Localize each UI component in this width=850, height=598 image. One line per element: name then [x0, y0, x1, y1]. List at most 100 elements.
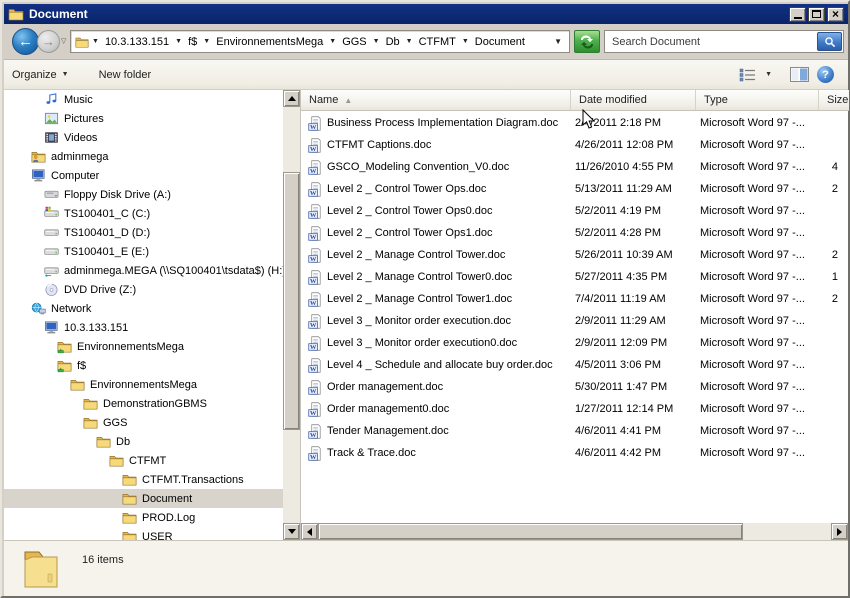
tree-scrollbar-thumb[interactable]	[283, 172, 300, 430]
maximize-button[interactable]	[808, 7, 825, 22]
breadcrumb-item-10-3-133-151[interactable]: 10.3.133.151	[102, 34, 172, 50]
tree-item-computer[interactable]: Computer	[4, 166, 283, 185]
svg-text:W: W	[310, 410, 317, 417]
column-header-date-modified[interactable]: Date modified	[571, 90, 696, 110]
column-header-size[interactable]: Size	[819, 90, 849, 110]
organize-button[interactable]: Organize ▼	[4, 64, 77, 86]
tree-item-adminmega[interactable]: adminmega	[4, 147, 283, 166]
breadcrumb-separator-icon[interactable]: ▼	[403, 38, 416, 45]
file-row-level-2-manage-control-tower0-doc[interactable]: WLevel 2 _ Manage Control Tower0.doc5/27…	[301, 267, 849, 289]
tree-item-floppy-disk-drive-a[interactable]: Floppy Disk Drive (A:)	[4, 185, 283, 204]
tree-item-dvd-drive-z[interactable]: DVD Drive (Z:)	[4, 280, 283, 299]
file-row-level-2-control-tower-ops0-doc[interactable]: WLevel 2 _ Control Tower Ops0.doc5/2/201…	[301, 201, 849, 223]
svg-text:W: W	[310, 344, 317, 351]
file-date-modified: 5/27/2011 4:35 PM	[575, 271, 697, 283]
tree-item-environnementsmega[interactable]: EnvironnementsMega	[4, 375, 283, 394]
folder-icon	[83, 396, 98, 411]
tree-item-db[interactable]: Db	[4, 432, 283, 451]
breadcrumb-item-environnementsmega[interactable]: EnvironnementsMega	[213, 34, 326, 50]
recent-pages-chevron-icon[interactable]: ▽	[61, 37, 66, 45]
file-row-level-2-control-tower-ops1-doc[interactable]: WLevel 2 _ Control Tower Ops1.doc5/2/201…	[301, 223, 849, 245]
tree-item-environnementsmega[interactable]: EnvironnementsMega	[4, 337, 283, 356]
new-folder-button[interactable]: New folder	[91, 64, 160, 86]
close-button[interactable]: ×	[827, 7, 844, 22]
svg-text:W: W	[310, 234, 317, 241]
tree-item-prod-log[interactable]: PROD.Log	[4, 508, 283, 527]
scroll-up-button[interactable]	[283, 90, 300, 107]
tree-item-ctfmt-transactions[interactable]: CTFMT.Transactions	[4, 470, 283, 489]
file-row-order-management0-doc[interactable]: WOrder management0.doc1/27/2011 12:14 PM…	[301, 399, 849, 421]
word-document-icon: W	[308, 424, 323, 439]
file-row-order-management-doc[interactable]: WOrder management.doc5/30/2011 1:47 PMMi…	[301, 377, 849, 399]
scroll-right-button[interactable]	[831, 523, 848, 540]
search-box[interactable]: Search Document	[604, 30, 844, 53]
tree-item-ts100401-e-e[interactable]: TS100401_E (E:)	[4, 242, 283, 261]
search-button[interactable]	[817, 32, 842, 51]
tree-item-ts100401-d-d[interactable]: TS100401_D (D:)	[4, 223, 283, 242]
file-row-ctfmt-captions-doc[interactable]: WCTFMT Captions.doc4/26/2011 12:08 PMMic…	[301, 135, 849, 157]
file-pane-horizontal-scrollbar[interactable]	[301, 523, 848, 540]
refresh-button[interactable]	[574, 30, 600, 53]
back-button[interactable]: ←	[12, 28, 39, 55]
file-row-level-3-monitor-order-execution-doc[interactable]: WLevel 3 _ Monitor order execution.doc2/…	[301, 311, 849, 333]
file-row-level-3-monitor-order-execution0-doc[interactable]: WLevel 3 _ Monitor order execution0.doc2…	[301, 333, 849, 355]
breadcrumb-separator-icon[interactable]: ▼	[459, 38, 472, 45]
tree-item-network[interactable]: Network	[4, 299, 283, 318]
picture-icon	[44, 111, 59, 126]
tree-item-pictures[interactable]: Pictures	[4, 109, 283, 128]
file-row-level-4-schedule-and-allocate-buy-order-doc[interactable]: WLevel 4 _ Schedule and allocate buy ord…	[301, 355, 849, 377]
tree-item-adminmega-mega-sq100401-tsdata-h[interactable]: adminmega.MEGA (\\SQ100401\tsdata$) (H:)	[4, 261, 283, 280]
views-button[interactable]	[739, 68, 757, 82]
command-toolbar: Organize ▼ New folder ▼ ?	[4, 60, 848, 90]
help-button[interactable]: ?	[817, 66, 834, 83]
tree-item-videos[interactable]: Videos	[4, 128, 283, 147]
tree-item-10-3-133-151[interactable]: 10.3.133.151	[4, 318, 283, 337]
tree-item-music[interactable]: Music	[4, 90, 283, 109]
breadcrumb-item-db[interactable]: Db	[383, 34, 403, 50]
tree-item-ts100401-c-c[interactable]: TS100401_C (C:)	[4, 204, 283, 223]
tree-item-ctfmt[interactable]: CTFMT	[4, 451, 283, 470]
hscrollbar-thumb[interactable]	[318, 523, 743, 540]
file-row-level-2-manage-control-tower-doc[interactable]: WLevel 2 _ Manage Control Tower.doc5/26/…	[301, 245, 849, 267]
address-dropdown-icon[interactable]: ▼	[547, 37, 569, 46]
breadcrumb-separator-icon[interactable]: ▼	[172, 38, 185, 45]
breadcrumb-item-document[interactable]: Document	[472, 34, 528, 50]
file-row-level-2-control-tower-ops-doc[interactable]: WLevel 2 _ Control Tower Ops.doc5/13/201…	[301, 179, 849, 201]
svg-text:W: W	[310, 454, 317, 461]
column-header-name[interactable]: Name▲	[301, 90, 571, 110]
breadcrumb-separator-icon[interactable]: ▼	[200, 38, 213, 45]
file-name: CTFMT Captions.doc	[327, 139, 573, 151]
address-bar[interactable]: ▼10.3.133.151▼f$▼EnvironnementsMega▼GGS▼…	[70, 30, 570, 53]
folder-tree: MusicPicturesVideosadminmegaComputerFlop…	[4, 90, 283, 540]
breadcrumb: ▼10.3.133.151▼f$▼EnvironnementsMega▼GGS▼…	[89, 34, 528, 50]
scroll-down-button[interactable]	[283, 523, 300, 540]
tree-item-user[interactable]: USER	[4, 527, 283, 540]
file-row-track-trace-doc[interactable]: WTrack & Trace.doc4/6/2011 4:42 PMMicros…	[301, 443, 849, 465]
breadcrumb-separator-icon[interactable]: ▼	[370, 38, 383, 45]
address-folder-icon	[75, 35, 89, 49]
user-folder-icon	[31, 149, 46, 164]
file-row-gsco-modeling-convention-v0-doc[interactable]: WGSCO_Modeling Convention_V0.doc11/26/20…	[301, 157, 849, 179]
status-folder-icon	[22, 548, 60, 590]
file-row-level-2-manage-control-tower1-doc[interactable]: WLevel 2 _ Manage Control Tower1.doc7/4/…	[301, 289, 849, 311]
breadcrumb-separator-icon[interactable]: ▼	[89, 38, 102, 45]
scroll-left-button[interactable]	[301, 523, 318, 540]
file-row-business-process-implementation-diagram-doc[interactable]: WBusiness Process Implementation Diagram…	[301, 113, 849, 135]
preview-pane-button[interactable]	[790, 67, 809, 82]
file-row-tender-management-doc[interactable]: WTender Management.doc4/6/2011 4:41 PMMi…	[301, 421, 849, 443]
refresh-icon	[579, 35, 595, 49]
tree-item-label: EnvironnementsMega	[77, 341, 184, 353]
tree-item-demonstrationgbms[interactable]: DemonstrationGBMS	[4, 394, 283, 413]
views-dropdown-icon[interactable]: ▼	[765, 71, 772, 78]
minimize-button[interactable]	[789, 7, 806, 22]
tree-vertical-scrollbar[interactable]	[283, 90, 300, 540]
breadcrumb-item-ctfmt[interactable]: CTFMT	[416, 34, 459, 50]
tree-item-document[interactable]: Document	[4, 489, 283, 508]
breadcrumb-item-f[interactable]: f$	[185, 34, 200, 50]
column-header-type[interactable]: Type	[696, 90, 819, 110]
tree-item-ggs[interactable]: GGS	[4, 413, 283, 432]
breadcrumb-item-ggs[interactable]: GGS	[339, 34, 369, 50]
breadcrumb-separator-icon[interactable]: ▼	[326, 38, 339, 45]
tree-item-f[interactable]: f$	[4, 356, 283, 375]
forward-button[interactable]: →	[37, 30, 60, 53]
